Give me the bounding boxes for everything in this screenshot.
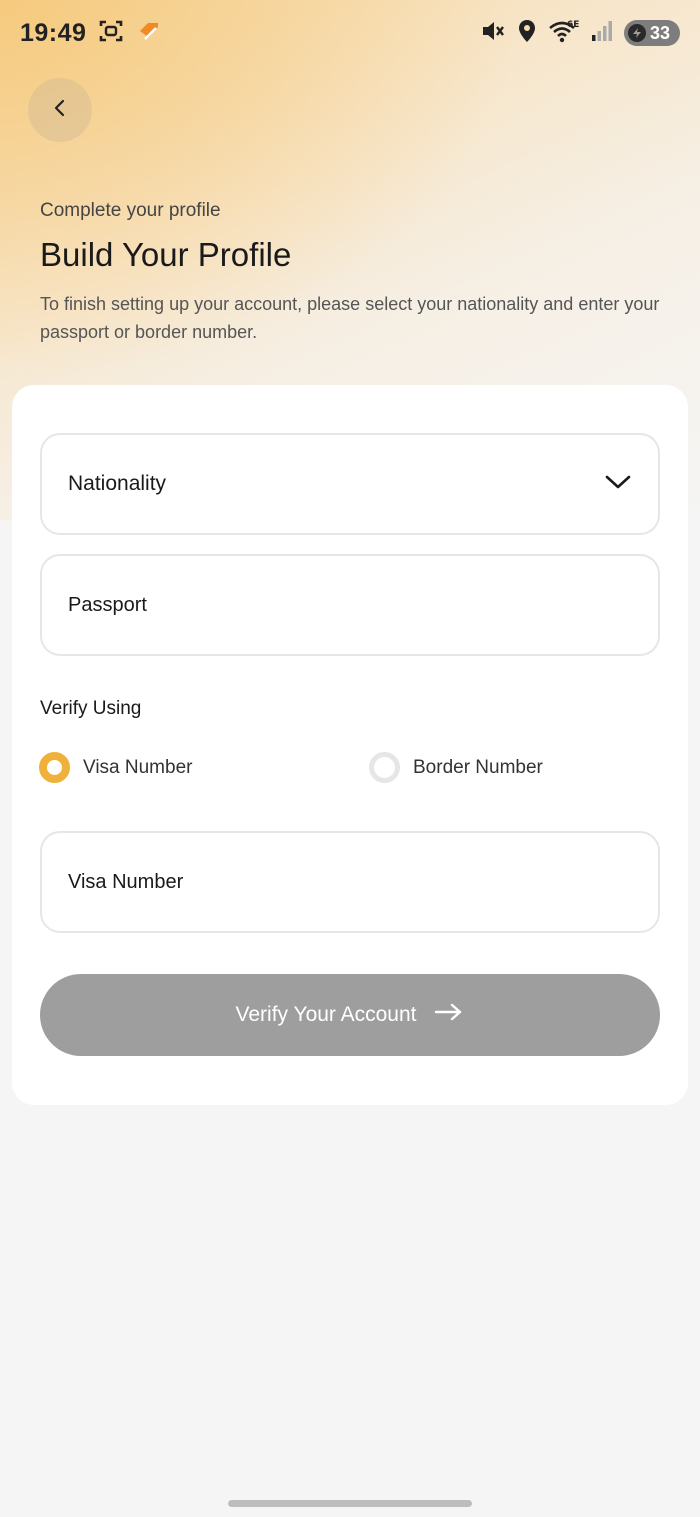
nationality-value: Nationality — [68, 472, 167, 495]
chevron-down-icon — [604, 473, 632, 496]
visa-number-input[interactable]: Visa Number — [40, 831, 660, 933]
passport-placeholder: Passport — [68, 593, 147, 616]
passport-input[interactable]: Passport — [40, 554, 660, 656]
status-time: 19:49 — [20, 18, 87, 47]
radio-border-number[interactable]: Border Number — [369, 752, 543, 783]
back-button[interactable] — [28, 78, 92, 142]
cellular-signal-icon — [590, 19, 614, 48]
location-icon — [516, 18, 538, 49]
mute-icon — [480, 18, 506, 49]
radio-unselected-icon — [369, 752, 400, 783]
verify-account-label: Verify Your Account — [235, 1003, 417, 1026]
chevron-left-icon — [50, 98, 70, 123]
arrow-right-icon — [434, 1002, 464, 1028]
status-left: 19:49 — [20, 18, 162, 49]
nationality-select[interactable]: Nationality — [40, 433, 660, 535]
wifi-label: 6E — [567, 20, 579, 30]
verify-account-button[interactable]: Verify Your Account — [40, 974, 660, 1056]
wifi-6e-icon: 6E — [548, 18, 580, 49]
verify-using-label: Verify Using — [40, 698, 142, 719]
radio-selected-icon — [39, 752, 70, 783]
battery-level: 33 — [649, 22, 670, 43]
radio-visa-number[interactable]: Visa Number — [39, 752, 192, 783]
radio-border-label: Border Number — [413, 756, 543, 778]
profile-form-card: Nationality Passport Verify Using Visa N… — [12, 385, 688, 1105]
visa-number-placeholder: Visa Number — [68, 870, 184, 893]
battery-charging-icon — [627, 24, 646, 42]
screenshot-icon — [98, 18, 124, 49]
status-bar: 19:49 6E 33 — [0, 0, 700, 66]
page-description: To finish setting up your account, pleas… — [40, 294, 660, 342]
eyebrow-text: Complete your profile — [40, 200, 221, 221]
page-title: Build Your Profile — [40, 236, 292, 273]
radio-visa-label: Visa Number — [83, 756, 193, 778]
status-right: 6E 33 — [480, 18, 680, 49]
battery-icon: 33 — [623, 20, 680, 46]
app-notification-icon — [136, 18, 162, 49]
home-indicator[interactable] — [228, 1500, 472, 1507]
